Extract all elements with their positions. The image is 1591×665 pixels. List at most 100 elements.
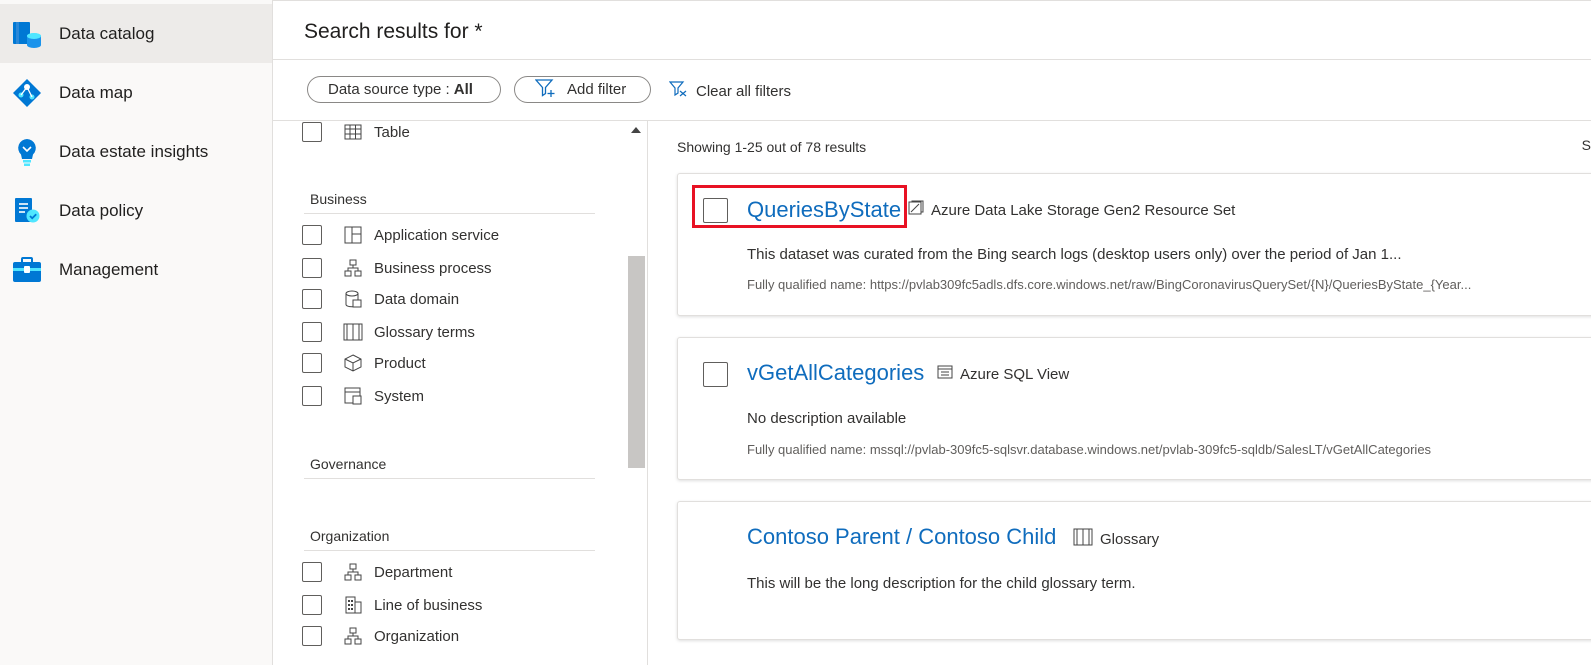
nav-item-data-map[interactable]: Data map [0, 63, 272, 122]
scroll-up-arrow-icon[interactable] [631, 127, 641, 133]
filter-clear-icon [668, 81, 696, 101]
result-count: Showing 1-25 out of 78 results [677, 139, 867, 155]
result-fully-qualified-name: Fully qualified name: https://pvlab309fc… [747, 277, 1472, 292]
result-type-label: Azure SQL View [960, 365, 1070, 383]
facet-group-title-business: Business [310, 191, 367, 207]
line-of-business-icon [343, 595, 363, 615]
scrollbar-thumb[interactable] [628, 256, 645, 468]
product-icon [343, 353, 363, 373]
facet-item-department[interactable]: Department [302, 561, 452, 583]
results-panel: Showing 1-25 out of 78 results S Queries… [648, 121, 1591, 665]
facet-item-glossary-terms[interactable]: Glossary terms [302, 321, 475, 343]
filter-add-icon [534, 78, 567, 102]
add-filter-label: Add filter [567, 81, 627, 98]
facet-label: Application service [374, 226, 500, 244]
facet-checkbox[interactable] [302, 353, 322, 373]
nav-label: Data map [59, 82, 133, 102]
page-header: Search results for * [273, 0, 1591, 60]
facet-label: Glossary terms [374, 323, 475, 341]
system-icon [343, 386, 363, 406]
facet-label: Product [374, 354, 426, 372]
data-source-type-filter-button[interactable]: Data source type : All [307, 76, 501, 103]
facet-group-title-organization: Organization [310, 528, 390, 544]
facet-item-system[interactable]: System [302, 385, 424, 407]
application-service-icon [343, 225, 363, 245]
facet-label: System [374, 387, 425, 405]
insights-icon [12, 137, 42, 167]
result-title-link[interactable]: QueriesByState [747, 197, 901, 223]
data-source-type-label: Data source type : [328, 81, 450, 98]
facet-checkbox[interactable] [302, 258, 322, 278]
data-policy-icon [12, 196, 42, 226]
facet-label: Line of business [374, 596, 483, 614]
result-card[interactable]: QueriesByState Azure Data Lake Storage G… [677, 173, 1591, 316]
group-divider [304, 213, 595, 214]
facet-scrollbar[interactable] [626, 121, 645, 665]
nav-item-data-catalog[interactable]: Data catalog [0, 4, 272, 63]
facet-item-business-process[interactable]: Business process [302, 257, 492, 279]
result-type-label: Azure Data Lake Storage Gen2 Resource Se… [931, 201, 1236, 219]
result-fully-qualified-name: Fully qualified name: mssql://pvlab-309f… [747, 442, 1432, 457]
facet-label: Data domain [374, 290, 460, 308]
organization-icon [343, 626, 363, 646]
facet-label: Organization [374, 627, 460, 645]
facet-checkbox[interactable] [302, 626, 322, 646]
facet-group-title-governance: Governance [310, 456, 387, 472]
group-divider [304, 478, 595, 479]
sql-view-icon [937, 364, 960, 384]
facet-checkbox[interactable] [302, 562, 322, 582]
facet-checkbox[interactable] [302, 289, 322, 309]
department-icon [343, 562, 363, 582]
result-card[interactable]: vGetAllCategories Azure SQL View No desc… [677, 337, 1591, 480]
data-domain-icon [343, 289, 363, 309]
nav-item-data-estate-insights[interactable]: Data estate insights [0, 122, 272, 181]
business-process-icon [343, 258, 363, 278]
result-description: This dataset was curated from the Bing s… [747, 246, 1402, 263]
left-navigation: Data catalog Data map Data estate insigh… [0, 0, 273, 665]
result-type-label: Glossary [1100, 530, 1160, 548]
result-type: Glossary [1073, 528, 1159, 550]
add-filter-button[interactable]: Add filter [514, 76, 651, 103]
facet-checkbox[interactable] [302, 595, 322, 615]
glossary-icon [1073, 528, 1100, 550]
nav-label: Data estate insights [59, 141, 209, 161]
filter-bar: Data source type : All Add filter Clear … [273, 59, 1591, 121]
nav-label: Management [59, 259, 159, 279]
facet-checkbox[interactable] [302, 225, 322, 245]
facet-label: Table [374, 123, 410, 141]
nav-item-data-policy[interactable]: Data policy [0, 181, 272, 240]
nav-label: Data policy [59, 200, 144, 220]
facet-item-application-service[interactable]: Application service [302, 224, 499, 246]
table-icon [343, 122, 363, 142]
facet-item-line-of-business[interactable]: Line of business [302, 594, 482, 616]
resource-set-icon [908, 200, 931, 220]
result-title-link[interactable]: vGetAllCategories [747, 360, 924, 386]
data-map-icon [12, 78, 42, 108]
result-description: This will be the long description for th… [747, 575, 1136, 592]
facet-item-product[interactable]: Product [302, 352, 426, 374]
facet-label: Department [374, 563, 453, 581]
result-checkbox[interactable] [703, 362, 728, 387]
result-type: Azure SQL View [937, 364, 1069, 384]
facet-panel: Table Business Application service Busin… [273, 121, 648, 665]
page-title: Search results for * [304, 20, 483, 43]
facet-item-organization[interactable]: Organization [302, 625, 459, 647]
management-icon [12, 255, 42, 285]
nav-item-management[interactable]: Management [0, 240, 272, 299]
result-description: No description available [747, 410, 907, 427]
result-card[interactable]: Contoso Parent / Contoso Child Glossary … [677, 501, 1591, 640]
result-title-link[interactable]: Contoso Parent / Contoso Child [747, 524, 1056, 550]
result-type: Azure Data Lake Storage Gen2 Resource Se… [908, 200, 1235, 220]
facet-checkbox[interactable] [302, 322, 322, 342]
nav-label: Data catalog [59, 23, 155, 43]
group-divider [304, 550, 595, 551]
facet-checkbox[interactable] [302, 122, 322, 142]
clear-all-filters-button[interactable]: Clear all filters [668, 81, 792, 101]
facet-item-data-domain[interactable]: Data domain [302, 288, 459, 310]
facet-item-table[interactable]: Table [302, 121, 410, 143]
sort-control-label[interactable]: S [1582, 137, 1591, 153]
result-checkbox[interactable] [703, 198, 728, 223]
data-catalog-icon [12, 19, 42, 49]
clear-all-filters-label: Clear all filters [696, 82, 792, 100]
facet-checkbox[interactable] [302, 386, 322, 406]
